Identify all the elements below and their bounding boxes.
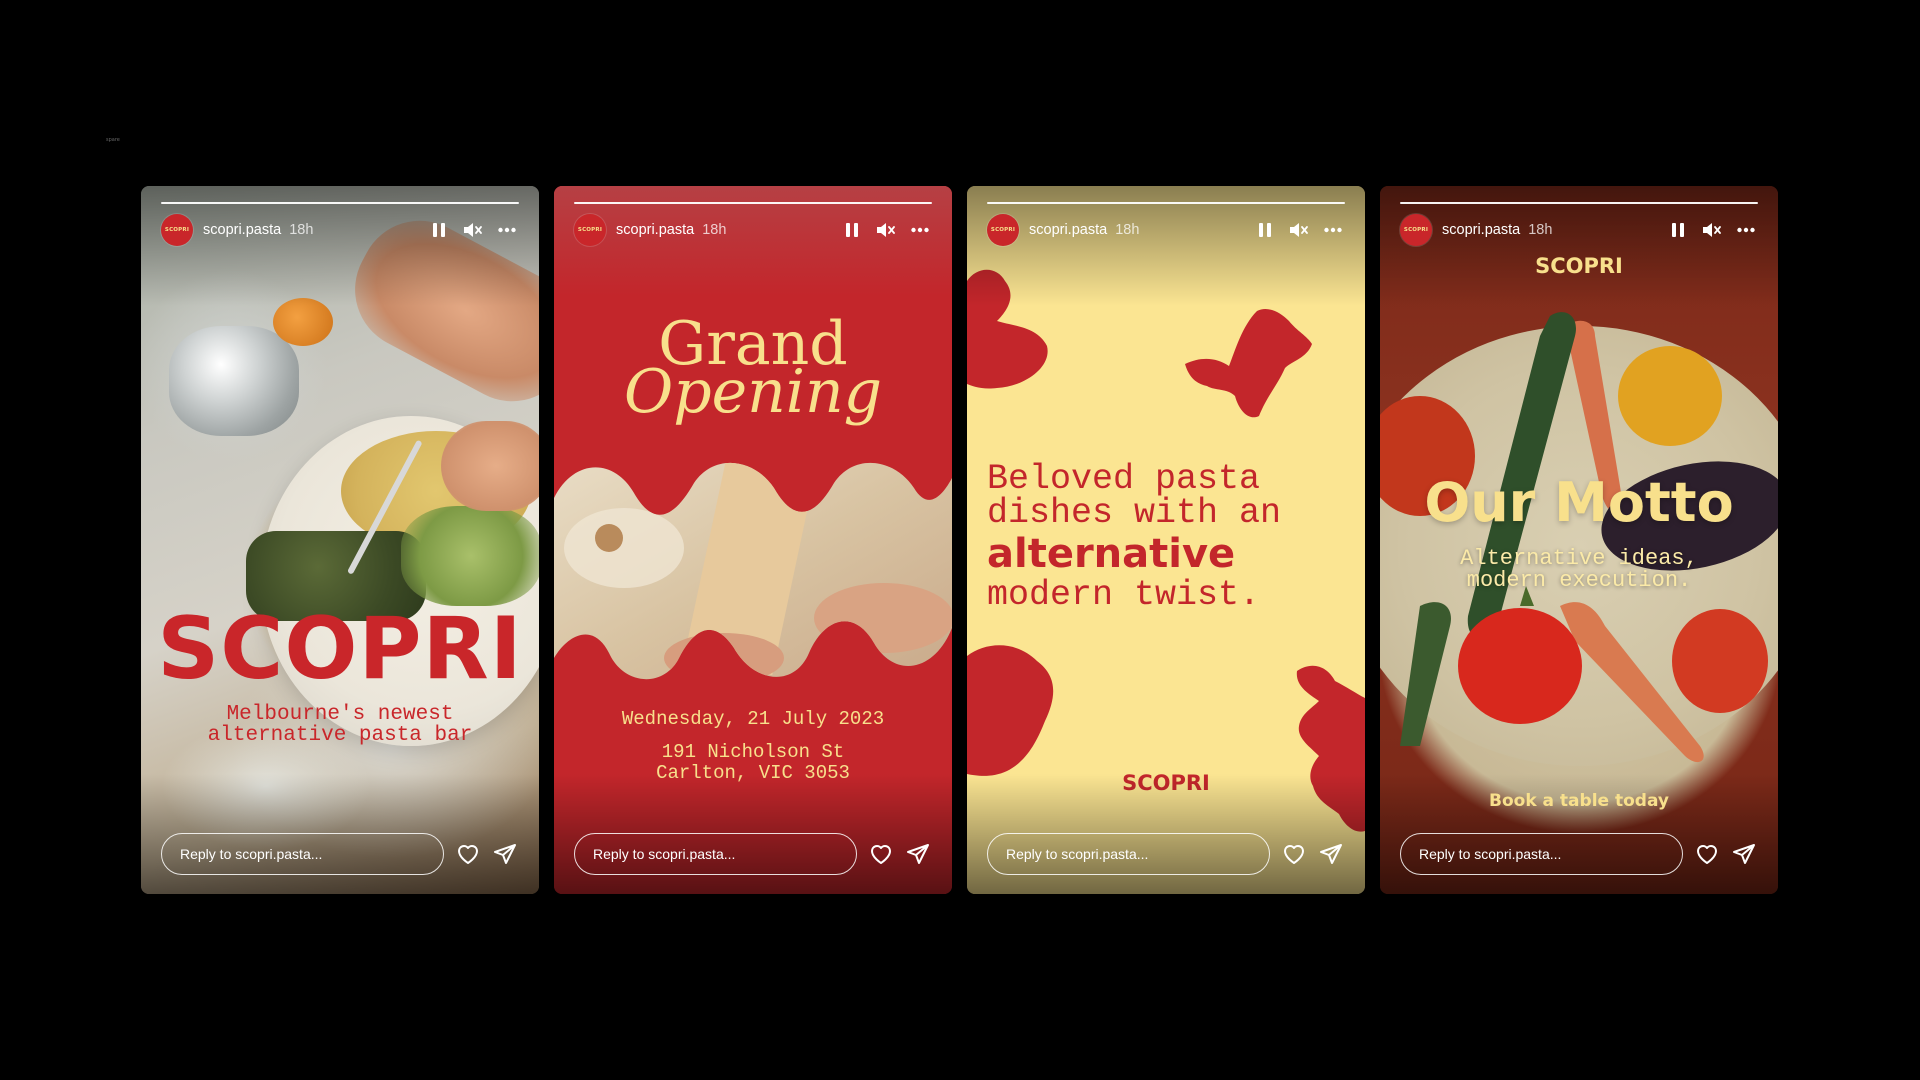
story-brand-title: SCOPRI xyxy=(157,599,523,699)
mute-icon[interactable] xyxy=(874,218,898,242)
story-card-3[interactable]: Beloved pasta dishes with an alternative… xyxy=(967,186,1365,894)
corner-label: spare xyxy=(106,137,120,143)
story-brand-logo: SCOPRI xyxy=(1122,771,1210,795)
username[interactable]: scopri.pasta xyxy=(1029,222,1107,238)
pause-icon[interactable] xyxy=(1253,218,1277,242)
heart-icon[interactable] xyxy=(867,840,894,868)
subtitle-line: alternative pasta bar xyxy=(207,724,473,747)
address-line: 191 Nicholson St xyxy=(661,741,845,763)
username[interactable]: scopri.pasta xyxy=(203,222,281,238)
heart-icon[interactable] xyxy=(1280,840,1307,868)
pause-icon[interactable] xyxy=(427,218,451,242)
post-time: 18h xyxy=(1115,222,1140,238)
username[interactable]: scopri.pasta xyxy=(616,222,694,238)
avatar-text: SCOPRI xyxy=(577,227,603,233)
avatar[interactable]: SCOPRI xyxy=(987,214,1019,246)
address-line: Carlton, VIC 3053 xyxy=(656,762,850,784)
story-footer: Reply to scopri.pasta... xyxy=(161,832,519,876)
story-headline: Beloved pasta dishes with an alternative… xyxy=(987,459,1355,615)
reply-input[interactable]: Reply to scopri.pasta... xyxy=(987,833,1271,875)
reply-input[interactable]: Reply to scopri.pasta... xyxy=(1400,833,1684,875)
heart-icon[interactable] xyxy=(1693,840,1720,868)
headline-line: Beloved pasta xyxy=(987,459,1261,499)
pasta-making-photo xyxy=(554,462,952,680)
mute-icon[interactable] xyxy=(1287,218,1311,242)
heart-icon[interactable] xyxy=(454,840,481,868)
story-footer: Reply to scopri.pasta... xyxy=(987,832,1345,876)
avatar-text: SCOPRI xyxy=(164,227,190,233)
glass-photo-element xyxy=(169,326,299,436)
story-footer: Reply to scopri.pasta... xyxy=(1400,832,1758,876)
headline-bold-word: alternative xyxy=(987,531,1236,577)
story-card-4[interactable]: SCOPRI Our Motto Alternative ideas, mode… xyxy=(1380,186,1778,894)
story-progress-bar xyxy=(161,202,519,204)
post-time: 18h xyxy=(1528,222,1553,238)
send-icon[interactable] xyxy=(1318,840,1345,868)
reply-input[interactable]: Reply to scopri.pasta... xyxy=(574,833,858,875)
story-subtitle: Melbourne's newest alternative pasta bar xyxy=(141,704,539,746)
mute-icon[interactable] xyxy=(461,218,485,242)
avatar-text: SCOPRI xyxy=(990,227,1016,233)
orange-photo-element xyxy=(273,298,333,346)
send-icon[interactable] xyxy=(492,840,519,868)
vegetables-photo xyxy=(1380,312,1778,763)
subtitle-line: Alternative ideas, xyxy=(1460,546,1698,571)
story-header: SCOPRI scopri.pasta 18h xyxy=(574,214,932,246)
story-card-1[interactable]: SCOPRI Melbourne's newest alternative pa… xyxy=(141,186,539,894)
avatar-text: SCOPRI xyxy=(1403,227,1429,233)
more-icon[interactable] xyxy=(495,218,519,242)
send-icon[interactable] xyxy=(1731,840,1758,868)
story-header: SCOPRI scopri.pasta 18h xyxy=(1400,214,1758,246)
avatar[interactable]: SCOPRI xyxy=(574,214,606,246)
post-time: 18h xyxy=(702,222,727,238)
story-footer: Reply to scopri.pasta... xyxy=(574,832,932,876)
more-icon[interactable] xyxy=(908,218,932,242)
reply-input[interactable]: Reply to scopri.pasta... xyxy=(161,833,445,875)
event-address: 191 Nicholson St Carlton, VIC 3053 xyxy=(554,742,952,784)
motto-subtitle: Alternative ideas, modern execution. xyxy=(1380,548,1778,592)
story-card-2[interactable]: Grand Opening Wednesday, 21 July 2023 19… xyxy=(554,186,952,894)
story-progress-bar xyxy=(574,202,932,204)
story-header: SCOPRI scopri.pasta 18h xyxy=(987,214,1345,246)
story-header: SCOPRI scopri.pasta 18h xyxy=(161,214,519,246)
opening-title: Opening xyxy=(624,357,882,427)
more-icon[interactable] xyxy=(1321,218,1345,242)
avatar[interactable]: SCOPRI xyxy=(161,214,193,246)
headline-line: modern twist. xyxy=(987,575,1261,615)
story-brand-logo: SCOPRI xyxy=(1535,254,1623,278)
headline-line: dishes with an xyxy=(987,493,1282,533)
motto-title: Our Motto xyxy=(1424,471,1734,534)
pause-icon[interactable] xyxy=(1666,218,1690,242)
username[interactable]: scopri.pasta xyxy=(1442,222,1520,238)
mute-icon[interactable] xyxy=(1700,218,1724,242)
story-progress-bar xyxy=(987,202,1345,204)
event-date: Wednesday, 21 July 2023 xyxy=(621,708,885,730)
pause-icon[interactable] xyxy=(840,218,864,242)
story-progress-bar xyxy=(1400,202,1758,204)
post-time: 18h xyxy=(289,222,314,238)
avatar[interactable]: SCOPRI xyxy=(1400,214,1432,246)
more-icon[interactable] xyxy=(1734,218,1758,242)
greens-photo-element xyxy=(401,506,539,606)
hand-photo-element xyxy=(441,421,539,511)
subtitle-line: Melbourne's newest xyxy=(226,703,454,726)
subtitle-line: modern execution. xyxy=(1466,568,1692,593)
book-table-cta[interactable]: Book a table today xyxy=(1380,791,1778,811)
send-icon[interactable] xyxy=(905,840,932,868)
